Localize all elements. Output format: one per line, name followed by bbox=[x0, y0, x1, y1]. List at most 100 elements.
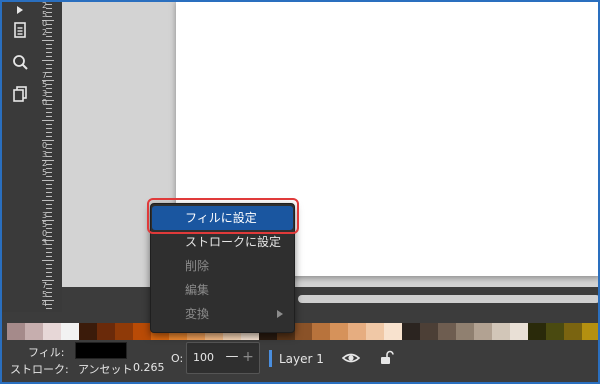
layer-color-marker bbox=[269, 350, 272, 367]
stroke-indicator[interactable]: アンセット bbox=[78, 361, 133, 377]
menu-item-label: 削除 bbox=[185, 259, 210, 273]
opacity-spinbox[interactable]: 100 — + bbox=[186, 342, 260, 374]
menu-item-convert[interactable]: 変換 bbox=[152, 302, 293, 326]
context-menu: フィルに設定 ストロークに設定 削除 編集 変換 bbox=[150, 203, 295, 333]
minus-icon[interactable]: — bbox=[225, 350, 239, 363]
zoom-icon[interactable] bbox=[6, 48, 34, 76]
status-bar: フィル: ストローク: アンセット 0.265 O: 100 — + Layer… bbox=[0, 340, 600, 384]
ruler-tick bbox=[46, 276, 52, 277]
ruler-tick bbox=[46, 184, 52, 185]
ruler-tick bbox=[46, 208, 52, 209]
ruler-label: 5 bbox=[42, 10, 48, 19]
ruler-label: 0 bbox=[42, 229, 48, 238]
stroke-width-value[interactable]: 0.265 bbox=[133, 361, 165, 374]
menu-item-set-stroke[interactable]: ストロークに設定 bbox=[152, 230, 293, 254]
ruler-tick bbox=[42, 180, 54, 181]
ruler-tick bbox=[46, 108, 52, 109]
palette-swatch[interactable] bbox=[42, 323, 61, 340]
ruler-tick bbox=[46, 252, 52, 253]
ruler-tick bbox=[46, 264, 52, 265]
ruler-tick bbox=[46, 52, 52, 53]
palette-swatch[interactable] bbox=[60, 323, 79, 340]
ruler-tick bbox=[42, 200, 54, 201]
palette-swatch[interactable] bbox=[96, 323, 115, 340]
ruler-tick bbox=[46, 64, 52, 65]
palette-swatch[interactable] bbox=[330, 323, 349, 340]
horizontal-scrollbar[interactable] bbox=[298, 295, 600, 303]
palette-swatch[interactable] bbox=[564, 323, 582, 340]
ruler-tick bbox=[46, 204, 52, 205]
ruler-label: 5 bbox=[42, 168, 48, 177]
ruler-tick bbox=[46, 128, 52, 129]
ruler-tick bbox=[46, 272, 52, 273]
palette-swatch[interactable] bbox=[546, 323, 565, 340]
fill-indicator[interactable] bbox=[75, 342, 127, 359]
document-icon[interactable] bbox=[6, 16, 34, 44]
ruler-tick bbox=[46, 48, 52, 49]
opacity-value[interactable]: 100 bbox=[193, 351, 214, 364]
ruler-tick bbox=[42, 40, 54, 41]
ruler-label: 5 bbox=[42, 220, 48, 229]
palette-swatch[interactable] bbox=[474, 323, 493, 340]
palette-swatch[interactable] bbox=[510, 323, 529, 340]
palette-swatch[interactable] bbox=[420, 323, 439, 340]
palette-swatch[interactable] bbox=[7, 323, 25, 340]
ruler-tick bbox=[42, 60, 54, 61]
ruler-label: 4 bbox=[42, 299, 48, 308]
ruler-tick bbox=[46, 112, 52, 113]
opacity-label: O: bbox=[171, 352, 184, 365]
palette-swatch[interactable] bbox=[582, 323, 600, 340]
menu-item-delete[interactable]: 削除 bbox=[152, 254, 293, 278]
ruler-tick bbox=[42, 120, 54, 121]
ruler-tick bbox=[46, 256, 52, 257]
palette-swatch[interactable] bbox=[312, 323, 331, 340]
palette-swatch[interactable] bbox=[348, 323, 367, 340]
menu-item-label: 編集 bbox=[185, 283, 210, 297]
eye-icon[interactable] bbox=[342, 350, 360, 366]
palette-swatch[interactable] bbox=[492, 323, 511, 340]
toolbox bbox=[0, 0, 41, 312]
ruler-label: 3 bbox=[42, 238, 48, 247]
menu-item-set-fill[interactable]: フィルに設定 bbox=[152, 206, 293, 230]
ruler-tick bbox=[46, 132, 52, 133]
ruler-tick bbox=[46, 124, 52, 125]
ruler-tick bbox=[46, 308, 52, 309]
palette-swatch[interactable] bbox=[24, 323, 43, 340]
ruler-label: 0 bbox=[42, 19, 48, 28]
ruler-label: 2 bbox=[42, 28, 48, 37]
ruler-label: 3 bbox=[42, 89, 48, 98]
palette-swatch[interactable] bbox=[528, 323, 547, 340]
palette-swatch[interactable] bbox=[366, 323, 385, 340]
palette-swatch[interactable] bbox=[114, 323, 133, 340]
current-layer[interactable]: Layer 1 bbox=[279, 352, 324, 366]
ruler-label: 5 bbox=[42, 80, 48, 89]
menu-item-label: フィルに設定 bbox=[185, 211, 257, 225]
menu-item-label: ストロークに設定 bbox=[185, 235, 282, 249]
ruler-tick bbox=[46, 268, 52, 269]
ruler-tick bbox=[46, 188, 52, 189]
palette-swatch[interactable] bbox=[438, 323, 457, 340]
ruler-tick bbox=[46, 136, 52, 137]
palette-swatch[interactable] bbox=[132, 323, 151, 340]
ruler-label: 3 bbox=[42, 211, 48, 220]
vertical-ruler: 2502753003253503754 bbox=[40, 0, 63, 312]
menu-item-edit[interactable]: 編集 bbox=[152, 278, 293, 302]
clone-icon[interactable] bbox=[6, 80, 34, 108]
palette-swatch[interactable] bbox=[78, 323, 97, 340]
ruler-tick bbox=[42, 260, 54, 261]
ruler-tick bbox=[46, 196, 52, 197]
ruler-label: 0 bbox=[42, 141, 48, 150]
stroke-label: ストローク: bbox=[10, 363, 69, 376]
ruler-label: 2 bbox=[42, 159, 48, 168]
palette-swatch[interactable] bbox=[384, 323, 403, 340]
plus-icon[interactable]: + bbox=[241, 350, 255, 364]
ruler-tick bbox=[46, 192, 52, 193]
ruler-tick bbox=[46, 116, 52, 117]
palette-swatch[interactable] bbox=[402, 323, 421, 340]
palette-swatch[interactable] bbox=[456, 323, 475, 340]
palette-swatch[interactable] bbox=[294, 323, 313, 340]
submenu-arrow-icon bbox=[277, 310, 283, 318]
unlock-icon[interactable] bbox=[379, 350, 395, 366]
ruler-label: 3 bbox=[42, 150, 48, 159]
ruler-tick bbox=[46, 56, 52, 57]
